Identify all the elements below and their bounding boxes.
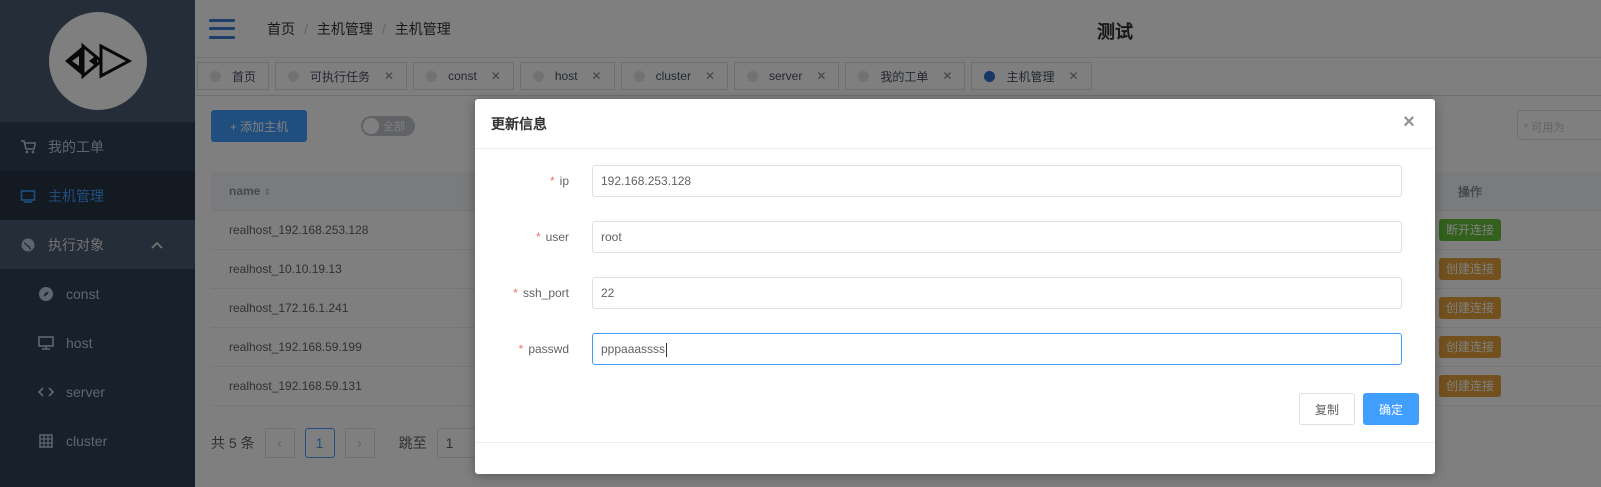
ip-label: * ip	[549, 174, 569, 188]
ssh-port-label: * ssh_port	[513, 286, 569, 300]
passwd-field[interactable]: pppaaassss	[592, 333, 1402, 365]
dialog-divider	[475, 442, 1435, 443]
form-row-passwd: * passwd pppaaassss	[475, 333, 1435, 365]
dialog-title: 更新信息	[491, 115, 547, 132]
confirm-button[interactable]: 确定	[1363, 393, 1419, 425]
form-row-ip: * ip 192.168.253.128	[475, 165, 1435, 197]
copy-button[interactable]: 复制	[1299, 393, 1355, 425]
dialog-footer: 复制 确定	[475, 393, 1435, 425]
user-label: * user	[535, 230, 569, 244]
dialog-header: 更新信息 ×	[475, 99, 1435, 149]
form-row-ssh-port: * ssh_port 22	[475, 277, 1435, 309]
close-icon[interactable]: ×	[1399, 112, 1419, 133]
ssh-port-field[interactable]: 22	[592, 277, 1402, 309]
ip-field[interactable]: 192.168.253.128	[592, 165, 1402, 197]
passwd-label: * passwd	[518, 342, 569, 356]
update-info-dialog: 更新信息 × * ip 192.168.253.128 * user root * s…	[475, 99, 1435, 474]
text-cursor	[666, 342, 668, 357]
form-row-user: * user root	[475, 221, 1435, 253]
user-field[interactable]: root	[592, 221, 1402, 253]
